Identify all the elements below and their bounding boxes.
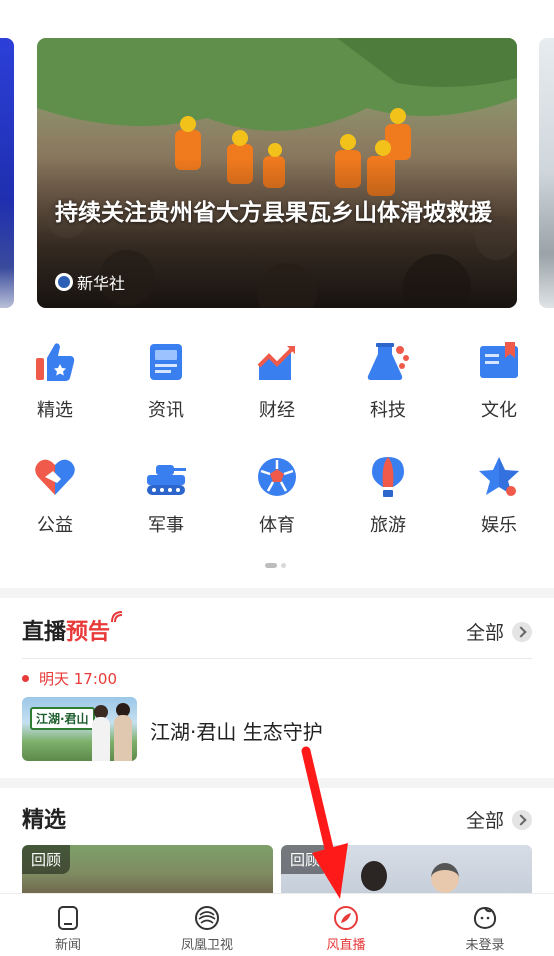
category-label: 科技 [370,400,406,421]
live-all-label: 全部 [465,622,504,644]
live-title-main: 直播 [22,620,67,645]
page-dot [281,563,286,568]
replay-badge: 回顾 [281,845,330,874]
heart-handshake-icon [35,459,75,495]
tab-label: 凤凰卫视 [180,938,233,953]
star-icon [479,457,519,496]
live-time: 明天 17:00 [22,668,117,689]
category-caijing[interactable]: 财经 [237,340,317,422]
featured-all-button[interactable]: 全部 [466,806,532,833]
page-dot-active [265,563,277,568]
category-jingxuan[interactable]: 精选 [15,340,95,422]
section-divider [0,778,554,788]
page-indicator [265,563,286,568]
carousel-next-card[interactable] [539,38,554,308]
bottom-tab-bar: 新闻 凤凰卫视 风直播 未登录 [0,893,554,956]
presenter-body [92,717,110,761]
hero-carousel[interactable]: 持续关注贵州省大方县果瓦乡山体滑坡救援 新华社 [0,0,554,320]
tab-label: 风直播 [326,938,366,953]
category-label: 旅游 [370,515,406,536]
category-wenhua[interactable]: 文化 [459,340,539,422]
category-label: 体育 [259,515,295,536]
category-tiyu[interactable]: 体育 [237,455,317,537]
news-tab-icon [58,906,78,930]
section-divider [0,588,554,598]
chart-icon [257,346,295,380]
phoenix-tv-icon [195,906,219,930]
user-avatar-icon [473,906,497,930]
hot-air-balloon-icon [372,457,404,497]
category-junshi[interactable]: 军事 [126,455,206,537]
tab-phoenix-tv[interactable]: 凤凰卫视 [152,894,262,956]
news-icon [150,344,182,380]
tab-label: 未登录 [465,938,505,953]
category-label: 军事 [148,515,184,536]
live-all-button[interactable]: 全部 [466,618,532,645]
category-yule[interactable]: 娱乐 [459,455,539,537]
live-compass-icon [334,906,358,930]
tank-icon [147,465,186,495]
chevron-right-icon [512,621,532,642]
presenter-body [114,715,132,761]
anchor-portrait [361,861,387,891]
hero-source-label: 新华社 [77,274,126,293]
category-label: 文化 [481,400,517,421]
flask-icon [367,343,409,380]
category-lvyou[interactable]: 旅游 [348,455,428,537]
live-section-title: 直播预告 [22,611,123,646]
replay-badge: 回顾 [22,845,71,874]
guest-portrait [431,863,459,893]
category-label: 娱乐 [481,515,517,536]
featured-section-title: 精选 [22,808,67,833]
live-thumb-tag: 江湖·君山 [30,707,95,730]
hero-source: 新华社 [55,270,125,294]
category-zixun[interactable]: 资讯 [126,340,206,422]
featured-all-label: 全部 [465,810,504,832]
tab-news[interactable]: 新闻 [13,894,123,956]
live-time-label: 明天 17:00 [39,670,117,688]
live-title-accent: 预告 [66,620,111,645]
category-label: 公益 [37,515,73,536]
live-dot-icon [22,675,29,682]
category-keji[interactable]: 科技 [348,340,428,422]
tab-live[interactable]: 风直播 [291,894,401,956]
tab-profile[interactable]: 未登录 [430,894,540,956]
book-icon [480,342,518,378]
xinhua-logo-icon [55,273,73,291]
thumbs-up-icon [36,343,75,381]
hero-title: 持续关注贵州省大方县果瓦乡山体滑坡救援 [55,200,492,226]
carousel-prev-card[interactable] [0,38,14,308]
live-divider [22,658,532,659]
category-gongyi[interactable]: 公益 [15,455,95,537]
live-thumbnail[interactable]: 江湖·君山 [22,697,137,761]
chevron-right-icon [512,809,532,830]
signal-icon [111,611,123,623]
live-program-title[interactable]: 江湖·君山 生态守护 [150,716,323,745]
tab-label: 新闻 [54,938,81,953]
category-label: 资讯 [148,400,184,421]
soccer-ball-icon [258,458,296,496]
hero-card[interactable]: 持续关注贵州省大方县果瓦乡山体滑坡救援 新华社 [37,38,517,308]
category-label: 财经 [259,400,295,421]
category-label: 精选 [37,400,73,421]
